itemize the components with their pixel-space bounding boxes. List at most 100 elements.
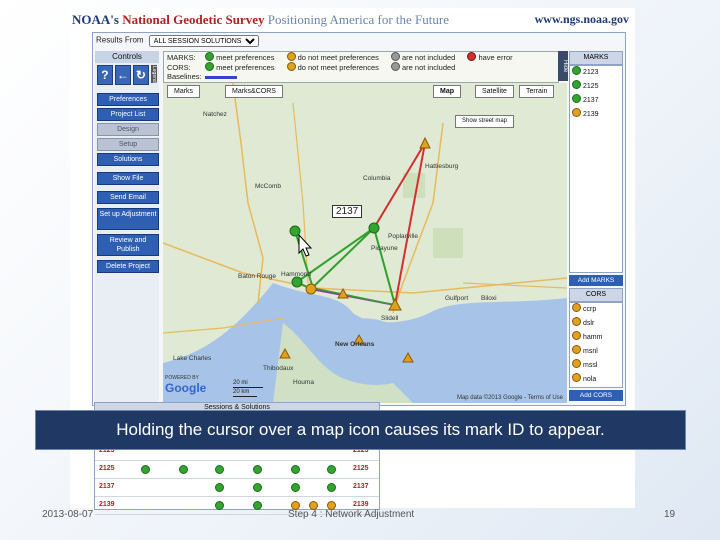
results-select[interactable]: ALL SESSION SOLUTIONS	[148, 35, 259, 47]
green-dot-icon	[215, 501, 224, 510]
place-label: McComb	[255, 183, 282, 190]
footer-page-number: 19	[664, 509, 676, 520]
marks-panel: MARKS 2123 2125 2137 2139 Add MARKS CORS…	[569, 51, 623, 403]
results-label: Results From	[96, 35, 144, 45]
green-dot-icon	[291, 465, 300, 474]
footer-date: 2013-08-07	[42, 509, 94, 520]
refresh-icon[interactable]: ↻	[132, 65, 149, 85]
project-list-button[interactable]: Project List	[97, 108, 159, 121]
legend-item: are not included	[390, 62, 455, 73]
place-label: Biloxi	[481, 295, 497, 302]
map-attribution[interactable]: Map data ©2013 Google - Terms of Use	[457, 395, 563, 401]
scale-mi: 20 mi	[233, 379, 263, 388]
mark-item[interactable]: 2123	[570, 66, 622, 80]
site-url[interactable]: www.ngs.noaa.gov	[535, 12, 629, 27]
cors-item[interactable]: ccrp	[570, 303, 622, 317]
row-id-right: 2139	[353, 501, 369, 508]
green-dot-icon	[572, 94, 581, 103]
green-dot-icon	[572, 80, 581, 89]
cors-header: CORS	[569, 288, 623, 302]
back-arrow-icon[interactable]: ←	[114, 65, 131, 85]
cors-item[interactable]: dslr	[570, 317, 622, 331]
cors-item[interactable]: mssl	[570, 359, 622, 373]
legend-hide-tab[interactable]: Hide	[558, 51, 568, 81]
mark-id-tooltip: 2137	[332, 205, 363, 218]
site-banner: NOAA's National Geodetic Survey Position…	[70, 8, 635, 32]
mark-item[interactable]: 2125	[570, 80, 622, 94]
green-dot-icon	[327, 483, 336, 492]
place-label: Hattiesburg	[425, 163, 459, 170]
place-label: Poplarville	[388, 233, 418, 240]
mark-item[interactable]: 2137	[570, 94, 622, 108]
orange-dot-icon	[572, 108, 581, 117]
place-label: Gulfport	[445, 295, 469, 302]
orange-triangle-icon	[572, 359, 581, 368]
place-label: Columbia	[363, 175, 391, 182]
row-id: 2137	[99, 483, 115, 490]
legend-toggle-tab[interactable]: Legend	[150, 65, 157, 83]
org-prefix: NOAA's	[72, 12, 119, 27]
cors-item[interactable]: nola	[570, 373, 622, 387]
place-label: Lake Charles	[173, 355, 212, 362]
org-tagline: Positioning America for the Future	[267, 12, 449, 27]
preferences-button[interactable]: Preferences	[97, 93, 159, 106]
red-dot-icon	[467, 52, 477, 61]
orange-triangle-icon	[572, 345, 581, 354]
cors-item-label: ccrp	[583, 306, 597, 313]
green-dot-icon	[572, 66, 581, 75]
mark-item-label: 2137	[583, 97, 599, 104]
green-dot-icon	[215, 465, 224, 474]
green-dot-icon	[327, 465, 336, 474]
mark-item-label: 2139	[583, 111, 599, 118]
google-logo-text: Google	[165, 381, 207, 395]
cors-item-label: dslr	[583, 320, 595, 327]
green-triangle-icon	[205, 62, 215, 71]
marks-header: MARKS	[569, 51, 623, 65]
mark-item[interactable]: 2139	[570, 108, 622, 122]
green-dot-icon	[205, 52, 215, 61]
design-button[interactable]: Design	[97, 123, 159, 136]
solutions-button[interactable]: Solutions	[97, 153, 159, 166]
legend-baselines-label: Baselines:	[167, 72, 202, 81]
table-row[interactable]: 2125 2125	[95, 461, 379, 479]
add-marks-button[interactable]: Add MARKS	[569, 275, 623, 286]
legend-cors-row: CORS: meet preferences do not meet prefe…	[164, 62, 558, 72]
send-email-button[interactable]: Send Email	[97, 191, 159, 204]
results-bar: Results From ALL SESSION SOLUTIONS	[93, 33, 262, 51]
controls-buttons: Preferences Project List Design Setup So…	[95, 93, 159, 273]
mark-item-label: 2123	[583, 69, 599, 76]
map-view[interactable]: Marks Marks&CORS Map Satellite Terrain S…	[163, 83, 567, 403]
controls-icon-row: ? ← ↻ Legend	[95, 63, 159, 87]
green-dot-icon	[291, 483, 300, 492]
setup-adjustment-button[interactable]: Set up Adjustment	[97, 208, 159, 230]
cors-item-label: msnl	[583, 348, 598, 355]
grey-triangle-icon	[390, 62, 400, 71]
map-scale: 20 mi 20 km	[233, 379, 263, 397]
footer-title: Step 4 : Network Adjustment	[288, 509, 415, 520]
cors-list: ccrp dslr hamm msnl mssl nola	[569, 302, 623, 388]
delete-project-button[interactable]: Delete Project	[97, 260, 159, 273]
map-legend: MARKS: meet preferences do not meet pref…	[163, 51, 559, 83]
table-row[interactable]: 2137 2137	[95, 479, 379, 497]
place-label: Baton Rouge	[238, 273, 276, 280]
cors-item[interactable]: hamm	[570, 331, 622, 345]
help-icon[interactable]: ?	[97, 65, 113, 85]
legend-marks-row: MARKS: meet preferences do not meet pref…	[164, 52, 558, 62]
place-label: Thibodaux	[263, 365, 294, 372]
green-dot-icon	[253, 465, 262, 474]
orange-triangle-icon	[572, 331, 581, 340]
marks-list: 2123 2125 2137 2139	[569, 65, 623, 273]
slide-caption: Holding the cursor over a map icon cause…	[35, 410, 686, 450]
legend-item-label: do not meet preferences	[297, 63, 379, 72]
orange-dot-icon	[286, 52, 296, 61]
legend-item-label: are not included	[401, 53, 456, 62]
green-dot-icon	[215, 483, 224, 492]
cors-item[interactable]: msnl	[570, 345, 622, 359]
show-file-button[interactable]: Show File	[97, 172, 159, 185]
add-cors-button[interactable]: Add CORS	[569, 390, 623, 401]
green-dot-icon	[179, 465, 188, 474]
review-publish-button[interactable]: Review and Publish	[97, 234, 159, 256]
setup-button[interactable]: Setup	[97, 138, 159, 151]
orange-triangle-icon	[572, 303, 581, 312]
map-place-labels: Natchez Columbia Hattiesburg Poplarville…	[163, 83, 567, 403]
